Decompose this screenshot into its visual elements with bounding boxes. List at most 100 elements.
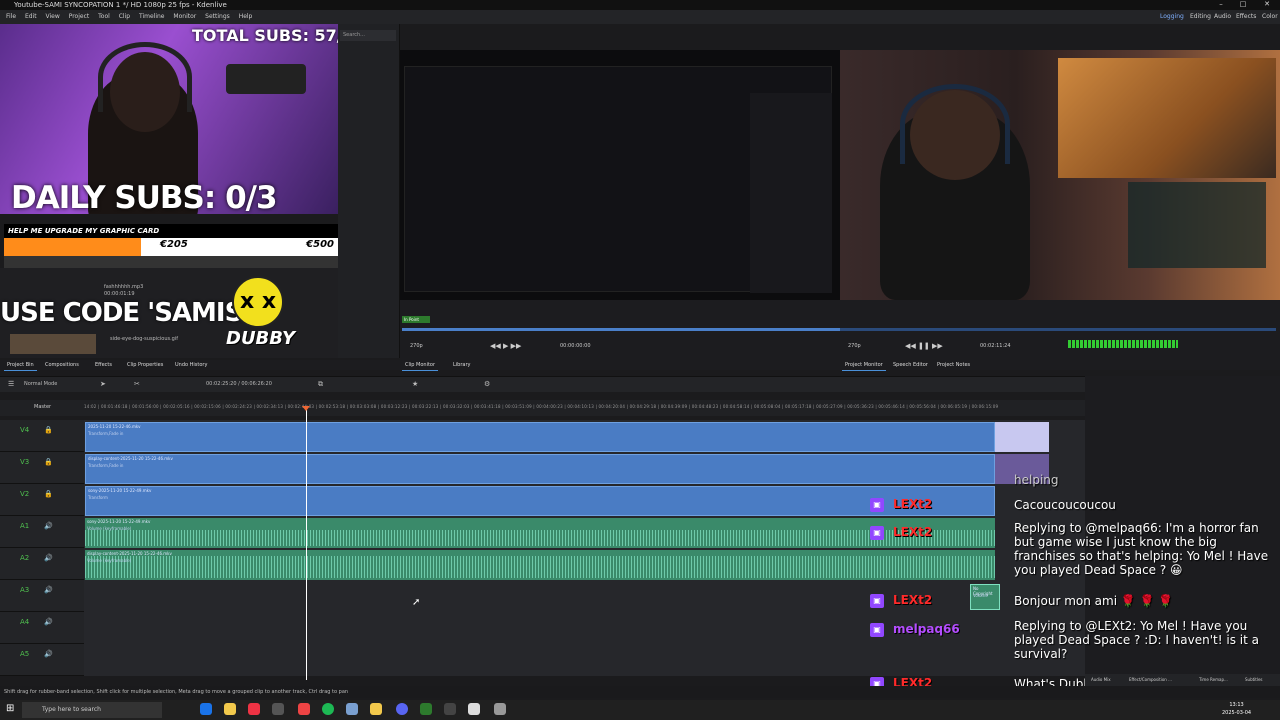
tab-time-remap[interactable]: Time Remap... <box>1199 674 1228 686</box>
menu-file[interactable]: File <box>6 13 16 20</box>
app-icon[interactable] <box>298 703 310 715</box>
menu-edit[interactable]: Edit <box>25 13 37 20</box>
audio-clip[interactable]: display-content-2025-11-20 15-22-46.mkv … <box>85 550 995 580</box>
clip-monitor-ruler[interactable] <box>402 328 840 331</box>
spotify-icon[interactable] <box>322 703 334 715</box>
project-monitor-ruler[interactable] <box>840 328 1276 331</box>
workspace-audio[interactable]: Audio <box>1214 10 1231 24</box>
project-timecode[interactable]: 00:02:11:24 <box>980 343 1011 349</box>
tab-audio-mix[interactable]: Audio Mix <box>1091 674 1111 686</box>
audio-clip[interactable]: sony-2025-11-20 15-22-49.mkv Volume (key… <box>85 518 995 548</box>
snap-icon[interactable]: ⧉ <box>318 380 323 389</box>
track-id: A5 <box>20 650 30 658</box>
menu-monitor[interactable]: Monitor <box>173 13 196 20</box>
video-clip[interactable]: 2025-11-20 15-22-46.mkv Transform,Fade i… <box>85 422 995 452</box>
playhead-handle[interactable] <box>302 406 310 411</box>
chat-message-text: helping <box>1014 473 1059 487</box>
workspace-effects[interactable]: Effects <box>1236 10 1256 24</box>
tab-clip-monitor[interactable]: Clip Monitor <box>402 360 439 371</box>
taskbar-clock[interactable]: 13:13 2025-03-04 <box>1222 701 1251 717</box>
project-zoom[interactable]: 270p <box>848 343 861 349</box>
selection-tool-icon[interactable]: ➤ <box>100 380 106 388</box>
speaker-icon[interactable]: 🔊 <box>44 650 53 658</box>
tab-undo-history[interactable]: Undo History <box>172 360 210 370</box>
lock-icon[interactable]: 🔒 <box>44 458 53 466</box>
track-head-a4[interactable]: A4 🔊 <box>0 612 84 644</box>
tab-clip-properties[interactable]: Clip Properties <box>124 360 166 370</box>
mini-chat-overlay <box>1128 182 1266 268</box>
workspace-color[interactable]: Color <box>1262 10 1278 24</box>
monitor-controls: In Point 270p ◀◀ ▶ ▶▶ 00:00:00:00 270p ◀… <box>400 300 1280 360</box>
speaker-icon[interactable]: 🔊 <box>44 554 53 562</box>
tab-speech-editor[interactable]: Speech Editor <box>890 360 931 370</box>
menu-clip[interactable]: Clip <box>119 13 130 20</box>
video-clip-selected[interactable] <box>995 422 1049 452</box>
tab-subtitles[interactable]: Subtitles <box>1245 674 1263 686</box>
clip-monitor-screen <box>404 66 832 293</box>
tab-effect-composition[interactable]: Effect/Composition ... <box>1129 674 1172 686</box>
settings-icon[interactable] <box>468 703 480 715</box>
track-head-v2[interactable]: V2 🔒 <box>0 484 84 516</box>
bin-search-input[interactable]: Search... <box>340 30 396 41</box>
speaker-icon[interactable]: 🔊 <box>44 522 53 530</box>
explorer-icon[interactable] <box>224 703 236 715</box>
clip-play-icon[interactable]: ◀◀ ▶ ▶▶ <box>490 342 521 350</box>
kdenlive-icon[interactable] <box>346 703 358 715</box>
menu-tool[interactable]: Tool <box>98 13 110 20</box>
discord-icon[interactable] <box>396 703 408 715</box>
timeline-settings-icon[interactable]: ⚙ <box>484 380 490 388</box>
app-icon[interactable] <box>272 703 284 715</box>
edge-icon[interactable] <box>200 703 212 715</box>
project-play-icon[interactable]: ◀◀ ❚❚ ▶▶ <box>905 342 943 350</box>
menu-icon[interactable]: ☰ <box>8 380 14 388</box>
track-head-v4[interactable]: V4 🔒 <box>0 420 84 452</box>
track-head-a3[interactable]: A3 🔊 <box>0 580 84 612</box>
menu-settings[interactable]: Settings <box>205 13 230 20</box>
lock-icon[interactable]: 🔒 <box>44 426 53 434</box>
track-head-a5[interactable]: A5 🔊 <box>0 644 84 676</box>
track-id: A4 <box>20 618 30 626</box>
donation-goal: HELP ME UPGRADE MY GRAPHIC CARD €205 €50… <box>4 224 338 268</box>
workspace-logging[interactable]: Logging <box>1160 10 1184 24</box>
speaker-icon[interactable]: 🔊 <box>44 618 53 626</box>
app-icon[interactable] <box>494 703 506 715</box>
track-head-a1[interactable]: A1 🔊 <box>0 516 84 548</box>
track-head-a2[interactable]: A2 🔊 <box>0 548 84 580</box>
audio-clip-small[interactable]: No Copyright Volume <box>970 584 1000 610</box>
close-icon[interactable]: ✕ <box>1256 0 1278 10</box>
lock-icon[interactable]: 🔒 <box>44 490 53 498</box>
favorite-icon[interactable]: ★ <box>412 380 418 388</box>
tab-project-bin[interactable]: Project Bin <box>4 360 37 371</box>
clip-monitor[interactable] <box>400 50 840 300</box>
track-head-v3[interactable]: V3 🔒 <box>0 452 84 484</box>
tab-library[interactable]: Library <box>450 360 473 370</box>
windows-start-icon[interactable]: ⊞ <box>6 703 14 714</box>
menu-project[interactable]: Project <box>69 13 90 20</box>
razor-tool-icon[interactable]: ✂ <box>134 380 140 388</box>
app-icon[interactable] <box>370 703 382 715</box>
tab-effects[interactable]: Effects <box>92 360 115 370</box>
app-icon[interactable] <box>444 703 456 715</box>
maximize-icon[interactable]: □ <box>1232 0 1254 10</box>
video-clip[interactable]: display-content-2025-11-20 15-22-46.mkv … <box>85 454 995 484</box>
bin-item-gif[interactable]: side-eye-dog-suspicious.gif <box>110 336 178 342</box>
edit-mode-select[interactable]: Normal Mode <box>24 381 57 387</box>
clip-zoom[interactable]: 270p <box>410 343 423 349</box>
chrome-icon[interactable] <box>248 703 260 715</box>
clip-timecode[interactable]: 00:00:00:00 <box>560 343 591 349</box>
app-icon[interactable] <box>420 703 432 715</box>
minimize-icon[interactable]: – <box>1210 0 1232 10</box>
video-clip[interactable]: sony-2025-11-20 15-22-49.mkv Transform <box>85 486 995 516</box>
menu-help[interactable]: Help <box>239 13 253 20</box>
tab-project-monitor[interactable]: Project Monitor <box>842 360 886 371</box>
menu-timeline[interactable]: Timeline <box>139 13 165 20</box>
playhead[interactable] <box>306 410 307 680</box>
bin-item-audio[interactable]: fashhhhhh.mp3 <box>104 284 143 290</box>
tab-compositions[interactable]: Compositions <box>42 360 82 370</box>
workspace-editing[interactable]: Editing <box>1190 10 1211 24</box>
taskbar-search-input[interactable]: Type here to search <box>22 702 162 718</box>
tab-project-notes[interactable]: Project Notes <box>934 360 973 370</box>
menu-view[interactable]: View <box>46 13 60 20</box>
audio-level-meter <box>1068 340 1178 348</box>
speaker-icon[interactable]: 🔊 <box>44 586 53 594</box>
